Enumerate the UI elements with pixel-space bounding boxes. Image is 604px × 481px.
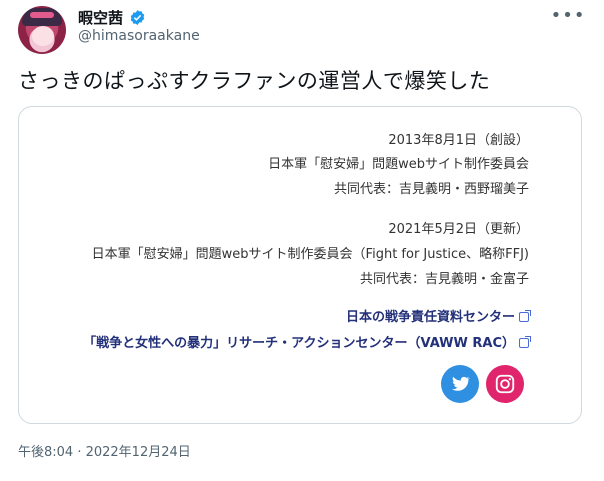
link-label: 「戦争と女性への暴力」リサーチ・アクションセンター（VAWW RAC）: [83, 336, 515, 351]
updated-date: 2021年5月2日（更新）: [388, 222, 529, 237]
display-name[interactable]: 暇空茜: [78, 7, 123, 28]
link-war-responsibility-center[interactable]: 日本の戦争責任資料センター: [345, 306, 531, 325]
avatar[interactable]: [18, 6, 66, 54]
committee-name-ffj: 日本軍「慰安婦」問題webサイト制作委員会（Fight for Justice、…: [91, 247, 529, 262]
avatar-face: [32, 26, 54, 46]
instagram-icon[interactable]: [486, 365, 524, 403]
verified-badge-icon: [130, 9, 145, 25]
founded-date: 2013年8月1日（創設）: [388, 133, 529, 148]
link-label: 日本の戦争責任資料センター: [345, 310, 515, 325]
twitter-icon[interactable]: [441, 365, 479, 403]
tweet-timestamp[interactable]: 午後8:04 · 2022年12月24日: [18, 441, 191, 460]
external-link-icon: [519, 336, 531, 348]
link-vaww-rac[interactable]: 「戦争と女性への暴力」リサーチ・アクションセンター（VAWW RAC）: [83, 332, 531, 351]
attached-image-card[interactable]: 2013年8月1日（創設） 日本軍「慰安婦」問題webサイト制作委員会 共同代表…: [18, 106, 582, 424]
tweet-header: 暇空茜 @himasoraakane •••: [0, 0, 604, 60]
name-row: 暇空茜: [78, 6, 146, 28]
more-options-button[interactable]: •••: [551, 4, 585, 26]
external-link-icon: [519, 310, 531, 322]
representatives-2013: 共同代表：吉見義明・西野瑠美子: [333, 182, 529, 197]
handle[interactable]: @himasoraakane: [78, 28, 200, 44]
instagram-camera-icon: [495, 374, 515, 394]
twitter-bird-icon: [451, 376, 471, 391]
committee-name: 日本軍「慰安婦」問題webサイト制作委員会: [268, 157, 529, 172]
tweet-text: さっきのぱっぷすクラファンの運営人で爆笑した: [18, 69, 491, 93]
representatives-2021: 共同代表：吉見義明・金富子: [359, 272, 529, 287]
avatar-hat: [22, 8, 62, 26]
